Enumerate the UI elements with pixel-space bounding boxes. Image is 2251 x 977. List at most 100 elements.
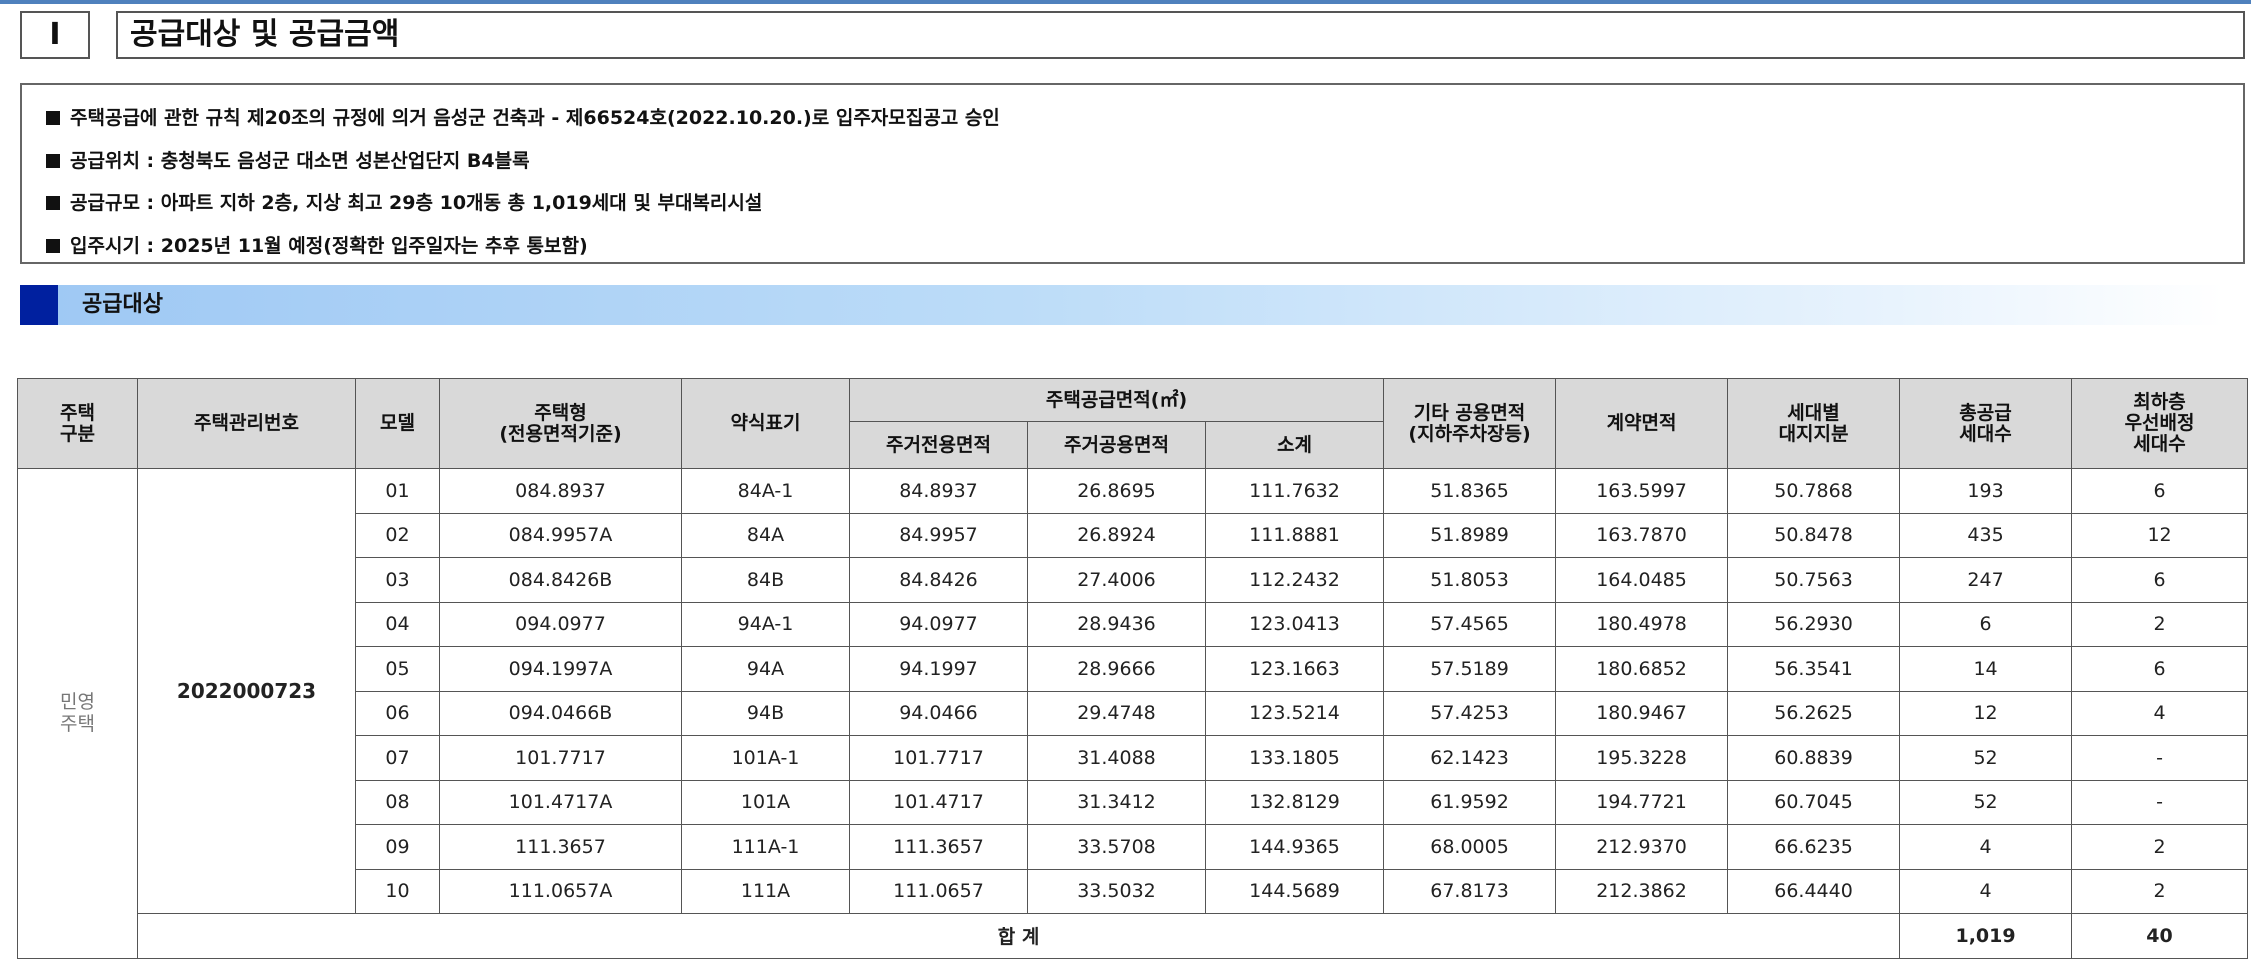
kind-cell: 민영 주택 (17, 468, 138, 959)
section-title: 공급대상 및 공급금액 (116, 11, 2245, 59)
cell-type: 094.1997A (439, 646, 682, 692)
cell-exclusive: 111.0657 (849, 868, 1028, 914)
cell-exclusive: 84.9957 (849, 512, 1028, 558)
cell-short: 94B (681, 690, 850, 736)
cell-subtotal: 111.7632 (1204, 468, 1385, 514)
cell-common: 26.8695 (1027, 468, 1206, 514)
cell-short: 101A-1 (681, 735, 850, 781)
cell-type: 101.4717A (439, 779, 682, 825)
supply-table: 주택 구분 주택관리번호 모델 주택형 (전용면적기준) 약식표기 주택공급면적(㎡… (17, 378, 2249, 959)
cell-low: 2 (2071, 824, 2249, 870)
cell-exclusive: 84.8426 (849, 557, 1028, 603)
cell-units: 4 (1899, 868, 2073, 914)
cell-common: 26.8924 (1027, 512, 1206, 558)
cell-other: 51.8365 (1383, 468, 1557, 514)
cell-exclusive: 111.3657 (849, 824, 1028, 870)
cell-exclusive: 84.8937 (849, 468, 1028, 514)
cell-common: 31.4088 (1027, 735, 1206, 781)
cell-contract: 212.3862 (1555, 868, 1729, 914)
cell-short: 84A-1 (681, 468, 850, 514)
cell-low: 4 (2071, 690, 2249, 736)
header-type: 주택형 (전용면적기준) (439, 378, 682, 469)
cell-common: 31.3412 (1027, 779, 1206, 825)
cell-common: 33.5708 (1027, 824, 1206, 870)
banner-mark (20, 285, 58, 325)
cell-model: 04 (355, 601, 440, 647)
total-low: 40 (2071, 913, 2249, 959)
cell-subtotal: 132.8129 (1204, 779, 1385, 825)
cell-other: 57.4565 (1383, 601, 1557, 647)
cell-units: 14 (1899, 646, 2073, 692)
cell-land: 66.4440 (1727, 868, 1901, 914)
cell-low: - (2071, 735, 2249, 781)
cell-short: 84A (681, 512, 850, 558)
cell-subtotal: 112.2432 (1204, 557, 1385, 603)
cell-subtotal: 123.1663 (1204, 646, 1385, 692)
cell-model: 08 (355, 779, 440, 825)
cell-low: 6 (2071, 468, 2249, 514)
header-common: 주거공용면적 (1027, 421, 1206, 469)
header-exclusive: 주거전용면적 (849, 421, 1028, 469)
cell-subtotal: 144.5689 (1204, 868, 1385, 914)
cell-other: 68.0005 (1383, 824, 1557, 870)
cell-common: 33.5032 (1027, 868, 1206, 914)
cell-type: 101.7717 (439, 735, 682, 781)
cell-short: 111A (681, 868, 850, 914)
cell-subtotal: 123.0413 (1204, 601, 1385, 647)
cell-contract: 180.9467 (1555, 690, 1729, 736)
cell-contract: 163.7870 (1555, 512, 1729, 558)
cell-contract: 163.5997 (1555, 468, 1729, 514)
header-kind: 주택 구분 (17, 378, 138, 469)
cell-common: 28.9666 (1027, 646, 1206, 692)
cell-low: 6 (2071, 557, 2249, 603)
cell-model: 05 (355, 646, 440, 692)
cell-type: 084.9957A (439, 512, 682, 558)
subsection-banner: 공급대상 (20, 285, 2225, 325)
header-land: 세대별 대지지분 (1727, 378, 1901, 469)
cell-other: 61.9592 (1383, 779, 1557, 825)
cell-type: 084.8426B (439, 557, 682, 603)
cell-land: 50.8478 (1727, 512, 1901, 558)
cell-units: 247 (1899, 557, 2073, 603)
cell-common: 27.4006 (1027, 557, 1206, 603)
header-short: 약식표기 (681, 378, 850, 469)
cell-other: 62.1423 (1383, 735, 1557, 781)
cell-subtotal: 111.8881 (1204, 512, 1385, 558)
cell-model: 09 (355, 824, 440, 870)
cell-land: 56.3541 (1727, 646, 1901, 692)
cell-contract: 212.9370 (1555, 824, 1729, 870)
cell-units: 4 (1899, 824, 2073, 870)
cell-model: 01 (355, 468, 440, 514)
note-location: 공급위치 : 충청북도 음성군 대소면 성본산업단지 B4블록 (46, 140, 2243, 183)
cell-units: 52 (1899, 735, 2073, 781)
cell-common: 29.4748 (1027, 690, 1206, 736)
cell-common: 28.9436 (1027, 601, 1206, 647)
header-other-common: 기타 공용면적 (지하주차장등) (1383, 378, 1557, 469)
cell-subtotal: 144.9365 (1204, 824, 1385, 870)
cell-short: 101A (681, 779, 850, 825)
cell-land: 56.2625 (1727, 690, 1901, 736)
cell-contract: 180.6852 (1555, 646, 1729, 692)
total-row: 합 계 1,019 40 (18, 913, 2249, 959)
cell-type: 094.0466B (439, 690, 682, 736)
note-move-in: 입주시기 : 2025년 11월 예정(정확한 입주일자는 추후 통보함) (46, 225, 2243, 268)
cell-units: 6 (1899, 601, 2073, 647)
cell-model: 07 (355, 735, 440, 781)
cell-land: 66.6235 (1727, 824, 1901, 870)
bullet-square-icon (46, 238, 60, 253)
cell-contract: 164.0485 (1555, 557, 1729, 603)
cell-type: 084.8937 (439, 468, 682, 514)
cell-low: - (2071, 779, 2249, 825)
bullet-square-icon (46, 111, 60, 125)
cell-subtotal: 123.5214 (1204, 690, 1385, 736)
cell-exclusive: 94.1997 (849, 646, 1028, 692)
cell-units: 435 (1899, 512, 2073, 558)
cell-land: 60.8839 (1727, 735, 1901, 781)
cell-contract: 194.7721 (1555, 779, 1729, 825)
cell-land: 60.7045 (1727, 779, 1901, 825)
cell-model: 02 (355, 512, 440, 558)
cell-short: 84B (681, 557, 850, 603)
bullet-square-icon (46, 153, 60, 168)
cell-other: 51.8053 (1383, 557, 1557, 603)
cell-low: 6 (2071, 646, 2249, 692)
